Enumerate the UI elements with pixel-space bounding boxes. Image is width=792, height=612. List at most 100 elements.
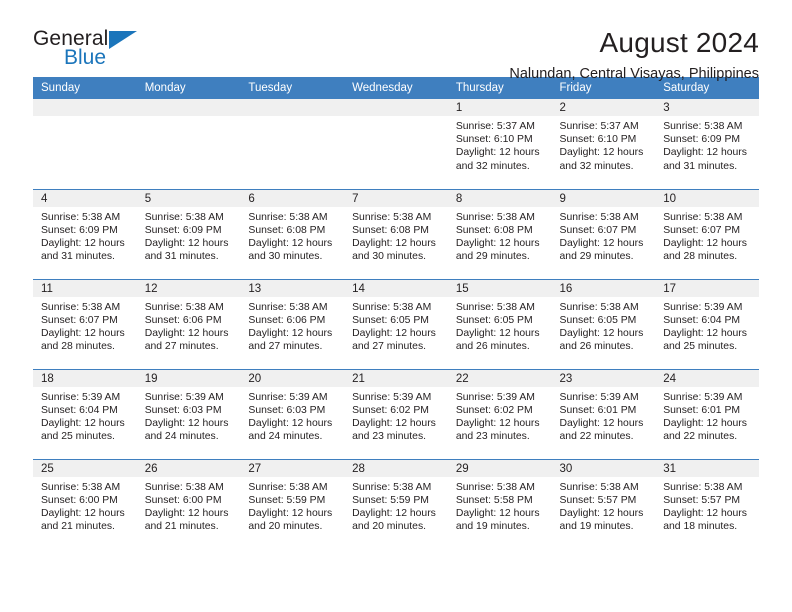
day-number: 22 [447, 369, 552, 387]
calendar-cell-empty [136, 99, 241, 189]
daylight-duration-line1: Daylight: 12 hours [352, 417, 436, 429]
day-number: 30 [551, 459, 656, 477]
day-sun-info: Sunrise: 5:39 AM Sunset: 6:03 PM Daylight:… [137, 387, 241, 444]
calendar-day-cell[interactable]: 24 Sunrise: 5:39 AM Sunset: 6:01 PM Dayligh… [655, 368, 759, 459]
sunset-time: Sunset: 6:09 PM [41, 224, 118, 236]
daylight-duration-line2: and 21 minutes. [41, 521, 115, 533]
calendar-day-cell[interactable]: 27 Sunrise: 5:38 AM Sunset: 5:59 PM Dayligh… [240, 458, 345, 549]
calendar-day-cell[interactable]: 25 Sunrise: 5:38 AM Sunset: 6:00 PM Dayligh… [33, 458, 137, 549]
daylight-duration-line1: Daylight: 12 hours [41, 237, 125, 249]
sunset-time: Sunset: 6:03 PM [248, 404, 326, 416]
calendar-day-cell[interactable]: 10 Sunrise: 5:38 AM Sunset: 6:07 PM Dayligh… [655, 188, 759, 279]
calendar-day-cell[interactable]: 15 Sunrise: 5:38 AM Sunset: 6:05 PM Dayligh… [447, 278, 552, 369]
calendar-day-cell[interactable]: 23 Sunrise: 5:39 AM Sunset: 6:01 PM Dayligh… [551, 368, 656, 459]
daylight-duration-line1: Daylight: 12 hours [352, 237, 436, 249]
sunset-time: Sunset: 6:05 PM [352, 314, 429, 326]
weekday-header-monday: Monday [136, 77, 241, 99]
day-sun-info: Sunrise: 5:39 AM Sunset: 6:04 PM Daylight:… [655, 297, 759, 354]
calendar-day-cell[interactable]: 17 Sunrise: 5:39 AM Sunset: 6:04 PM Dayligh… [655, 278, 759, 369]
daylight-duration-line1: Daylight: 12 hours [559, 327, 644, 339]
sunset-time: Sunset: 6:07 PM [559, 224, 637, 236]
sunset-time: Sunset: 6:10 PM [559, 134, 637, 146]
day-number: 13 [240, 279, 345, 297]
calendar-week-row: 4 Sunrise: 5:38 AM Sunset: 6:09 PM Daylight… [33, 188, 759, 279]
day-number: 29 [447, 459, 552, 477]
daylight-duration-line1: Daylight: 12 hours [559, 237, 644, 249]
day-sun-info: Sunrise: 5:38 AM Sunset: 6:07 PM Daylight:… [33, 297, 137, 354]
daylight-duration-line2: and 31 minutes. [663, 160, 738, 172]
day-number: 20 [240, 369, 345, 387]
sunset-time: Sunset: 6:01 PM [559, 404, 637, 416]
brand-triangle-icon [109, 31, 137, 49]
daylight-duration-line2: and 24 minutes. [144, 431, 219, 443]
day-number: 27 [240, 459, 345, 477]
calendar-day-cell[interactable]: 22 Sunrise: 5:39 AM Sunset: 6:02 PM Dayligh… [447, 368, 552, 459]
sunset-time: Sunset: 6:00 PM [41, 494, 118, 506]
calendar-day-cell[interactable]: 30 Sunrise: 5:38 AM Sunset: 5:57 PM Dayligh… [551, 458, 656, 549]
calendar-day-cell[interactable]: 7 Sunrise: 5:38 AM Sunset: 6:08 PM Daylight… [344, 188, 448, 279]
calendar-week-row: 11 Sunrise: 5:38 AM Sunset: 6:07 PM Dayligh… [33, 278, 759, 369]
sunrise-time: Sunrise: 5:38 AM [41, 481, 121, 493]
calendar-day-cell[interactable]: 11 Sunrise: 5:38 AM Sunset: 6:07 PM Dayligh… [33, 278, 137, 369]
calendar-day-cell[interactable]: 26 Sunrise: 5:38 AM Sunset: 6:00 PM Dayligh… [136, 458, 241, 549]
calendar-day-cell[interactable]: 19 Sunrise: 5:39 AM Sunset: 6:03 PM Dayligh… [136, 368, 241, 459]
calendar-day-cell[interactable]: 4 Sunrise: 5:38 AM Sunset: 6:09 PM Daylight… [33, 188, 137, 279]
sunset-time: Sunset: 6:04 PM [41, 404, 118, 416]
calendar-day-cell[interactable]: 5 Sunrise: 5:38 AM Sunset: 6:09 PM Daylight… [136, 188, 241, 279]
day-number: 19 [136, 369, 241, 387]
calendar-day-cell[interactable]: 20 Sunrise: 5:39 AM Sunset: 6:03 PM Dayligh… [240, 368, 345, 459]
daylight-duration-line1: Daylight: 12 hours [144, 327, 229, 339]
calendar-day-cell[interactable]: 28 Sunrise: 5:38 AM Sunset: 5:59 PM Dayligh… [344, 458, 448, 549]
calendar-day-cell[interactable]: 31 Sunrise: 5:38 AM Sunset: 5:57 PM Dayligh… [655, 458, 759, 549]
calendar-day-cell[interactable]: 29 Sunrise: 5:38 AM Sunset: 5:58 PM Dayligh… [447, 458, 552, 549]
calendar-day-cell[interactable]: 6 Sunrise: 5:38 AM Sunset: 6:08 PM Daylight… [240, 188, 345, 279]
title-block: August 2024 Nalundan, Central Visayas, P… [509, 28, 759, 83]
weekday-header-wednesday: Wednesday [344, 77, 448, 99]
daylight-duration-line2: and 20 minutes. [352, 521, 427, 533]
calendar-day-cell[interactable]: 9 Sunrise: 5:38 AM Sunset: 6:07 PM Daylight… [551, 188, 656, 279]
calendar-day-cell[interactable]: 12 Sunrise: 5:38 AM Sunset: 6:06 PM Dayligh… [136, 278, 241, 369]
day-sun-info: Sunrise: 5:38 AM Sunset: 6:08 PM Daylight:… [240, 207, 344, 264]
calendar-day-cell[interactable]: 14 Sunrise: 5:38 AM Sunset: 6:05 PM Dayligh… [344, 278, 448, 369]
day-number: 14 [344, 279, 448, 297]
calendar-day-cell[interactable]: 8 Sunrise: 5:38 AM Sunset: 6:08 PM Daylight… [447, 188, 552, 279]
calendar-day-cell[interactable]: 3 Sunrise: 5:38 AM Sunset: 6:09 PM Daylight… [655, 99, 759, 189]
day-sun-info: Sunrise: 5:38 AM Sunset: 6:05 PM Daylight:… [552, 297, 656, 354]
day-number: 31 [655, 459, 759, 477]
calendar-day-cell[interactable]: 13 Sunrise: 5:38 AM Sunset: 6:06 PM Dayligh… [240, 278, 345, 369]
calendar-day-cell[interactable]: 18 Sunrise: 5:39 AM Sunset: 6:04 PM Dayligh… [33, 368, 137, 459]
weekday-header-tuesday: Tuesday [240, 77, 345, 99]
daylight-duration-line2: and 30 minutes. [248, 251, 323, 263]
calendar-week-row: 25 Sunrise: 5:38 AM Sunset: 6:00 PM Dayligh… [33, 458, 759, 549]
calendar-day-cell[interactable]: 16 Sunrise: 5:38 AM Sunset: 6:05 PM Dayligh… [551, 278, 656, 369]
calendar-day-cell[interactable]: 2 Sunrise: 5:37 AM Sunset: 6:10 PM Daylight… [551, 99, 656, 189]
day-number: 17 [655, 279, 759, 297]
sunset-time: Sunset: 6:07 PM [663, 224, 741, 236]
calendar-page: General Blue August 2024 Nalundan, Centr… [0, 0, 792, 612]
calendar-day-cell[interactable]: 1 Sunrise: 5:37 AM Sunset: 6:10 PM Daylight… [447, 99, 552, 189]
day-number: 12 [136, 279, 241, 297]
daylight-duration-line1: Daylight: 12 hours [455, 327, 540, 339]
daylight-duration-line1: Daylight: 12 hours [455, 417, 540, 429]
day-sun-info: Sunrise: 5:38 AM Sunset: 5:59 PM Daylight:… [344, 477, 448, 534]
sunrise-time: Sunrise: 5:38 AM [455, 211, 535, 223]
sunrise-time: Sunrise: 5:39 AM [248, 391, 328, 403]
sunrise-time: Sunrise: 5:39 AM [559, 391, 639, 403]
sunset-time: Sunset: 6:09 PM [144, 224, 222, 236]
daylight-duration-line2: and 24 minutes. [248, 431, 323, 443]
daylight-duration-line1: Daylight: 12 hours [663, 327, 747, 339]
daylight-duration-line1: Daylight: 12 hours [352, 327, 436, 339]
day-sun-info: Sunrise: 5:38 AM Sunset: 6:05 PM Daylight:… [344, 297, 448, 354]
sunset-time: Sunset: 6:01 PM [663, 404, 741, 416]
day-number: 18 [33, 369, 137, 387]
sunrise-time: Sunrise: 5:38 AM [455, 481, 535, 493]
sunset-time: Sunset: 5:59 PM [248, 494, 326, 506]
sunrise-time: Sunrise: 5:38 AM [559, 481, 639, 493]
sunset-time: Sunset: 6:07 PM [41, 314, 118, 326]
daylight-duration-line1: Daylight: 12 hours [41, 327, 125, 339]
day-sun-info: Sunrise: 5:38 AM Sunset: 5:58 PM Daylight:… [448, 477, 552, 534]
brand-logo[interactable]: General Blue [33, 28, 153, 74]
daylight-duration-line2: and 22 minutes. [559, 431, 634, 443]
calendar-cell-empty [240, 99, 345, 189]
calendar-day-cell[interactable]: 21 Sunrise: 5:39 AM Sunset: 6:02 PM Dayligh… [344, 368, 448, 459]
